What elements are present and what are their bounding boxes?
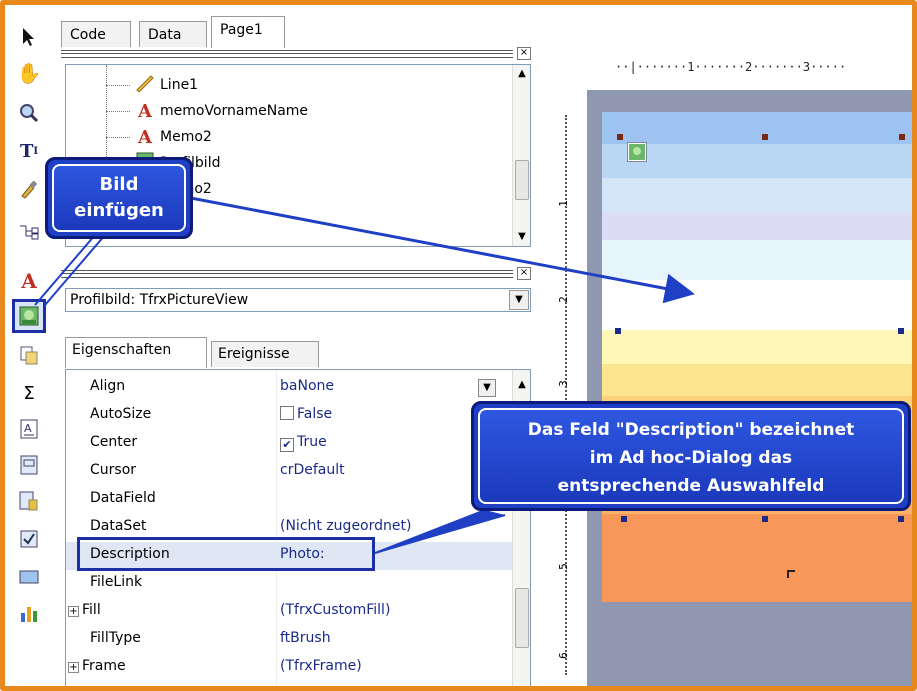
callout-description: Das Feld "Description" bezeichnet im Ad … [471,401,911,511]
screenshot-area: ✋ TI A Σ A Code Data Page1 × Line1 A mem… [5,5,912,686]
callout-insert-picture: Bild einfügen [45,157,193,239]
annotation-arrows [34,193,695,554]
